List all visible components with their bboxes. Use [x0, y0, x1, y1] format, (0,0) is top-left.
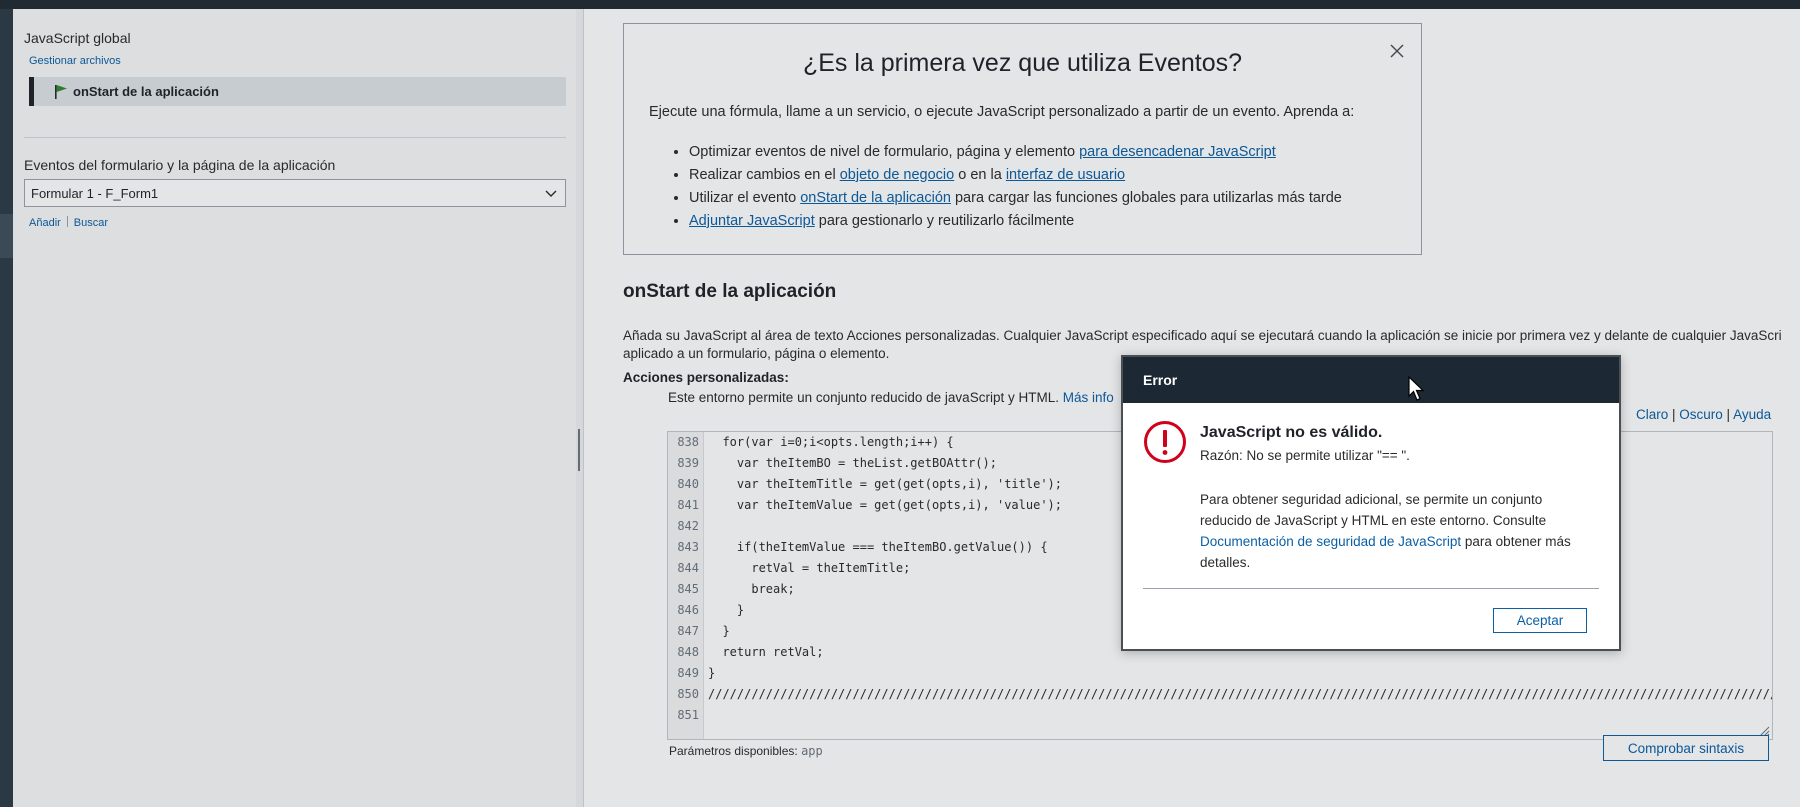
error-reason: Razón: No se permite utilizar "== ". [1200, 448, 1410, 463]
error-body: Para obtener seguridad adicional, se per… [1200, 489, 1595, 573]
accept-button[interactable]: Aceptar [1493, 608, 1587, 633]
error-icon [1144, 421, 1186, 463]
dialog-title: Error [1143, 372, 1178, 388]
dialog-header: Error [1123, 357, 1619, 403]
error-dialog: Error JavaScript no es válido. Razón: No… [1121, 355, 1621, 651]
mouse-cursor-icon [1408, 376, 1425, 401]
dialog-divider [1143, 588, 1599, 589]
rail-active-marker [0, 214, 13, 258]
js-security-docs-link[interactable]: Documentación de seguridad de JavaScript [1200, 534, 1461, 549]
app-rail [0, 9, 13, 807]
error-body-text: Para obtener seguridad adicional, se per… [1200, 492, 1547, 528]
error-heading: JavaScript no es válido. [1200, 424, 1383, 441]
top-bar [0, 0, 1800, 9]
